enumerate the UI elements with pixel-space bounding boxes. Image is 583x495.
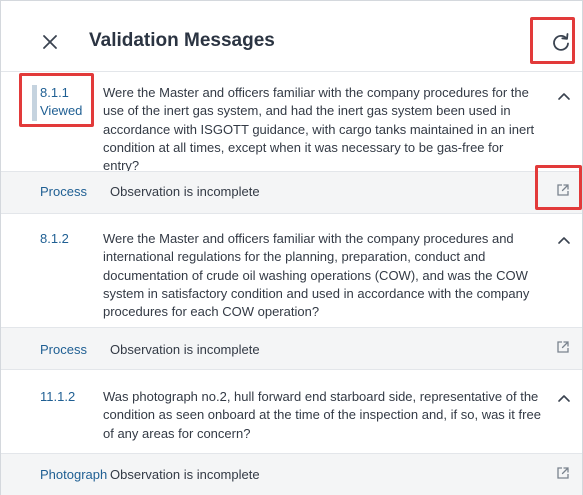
chevron-up-icon[interactable]	[557, 235, 571, 245]
chevron-up-icon[interactable]	[557, 393, 571, 403]
refresh-icon[interactable]	[550, 31, 572, 53]
question-id[interactable]: 8.1.2	[40, 230, 69, 247]
validation-type: Photograph	[40, 467, 108, 482]
question-row[interactable]: 8.1.2 Were the Master and officers famil…	[1, 213, 582, 327]
question-text: Was photograph no.2, hull forward end st…	[103, 389, 541, 441]
question-id[interactable]: 11.1.2	[40, 388, 75, 405]
open-external-icon[interactable]	[556, 340, 570, 354]
validation-type: Process	[40, 184, 87, 199]
question-id[interactable]: 8.1.1	[40, 84, 69, 101]
question-text: Were the Master and officers familiar wi…	[103, 231, 530, 320]
question-text: Were the Master and officers familiar wi…	[103, 85, 535, 174]
validation-type: Process	[40, 342, 87, 357]
viewed-indicator	[32, 85, 37, 121]
validation-message: Observation is incomplete	[110, 184, 260, 199]
question-state: Viewed	[40, 103, 83, 118]
validation-summary-row: Process Observation is incomplete	[1, 171, 582, 213]
open-external-icon[interactable]	[556, 466, 570, 480]
validation-message: Observation is incomplete	[110, 342, 260, 357]
panel-header: Validation Messages	[1, 1, 582, 71]
chevron-up-icon[interactable]	[557, 91, 571, 101]
question-row[interactable]: 11.1.2 Was photograph no.2, hull forward…	[1, 369, 582, 453]
validation-message: Observation is incomplete	[110, 467, 260, 482]
validation-summary-row: Process Observation is incomplete	[1, 327, 582, 369]
validation-summary-row: Photograph Observation is incomplete	[1, 453, 582, 495]
validation-messages-panel: Validation Messages 8.1.1 Viewed Were th…	[0, 0, 583, 495]
page-title: Validation Messages	[89, 30, 275, 51]
close-icon[interactable]	[39, 31, 61, 53]
open-external-icon[interactable]	[556, 183, 570, 197]
question-row[interactable]: 8.1.1 Viewed Were the Master and officer…	[1, 71, 582, 173]
